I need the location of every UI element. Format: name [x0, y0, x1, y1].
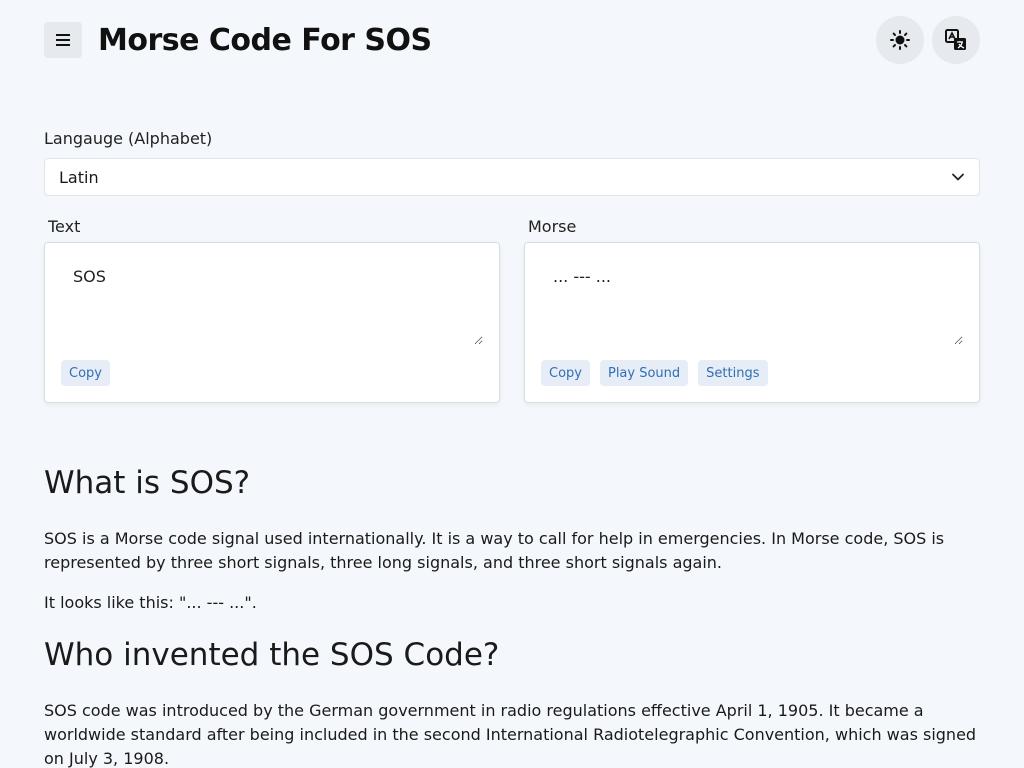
- theme-toggle-button[interactable]: [876, 16, 924, 64]
- section-paragraph: SOS code was introduced by the German go…: [44, 701, 977, 768]
- morse-input[interactable]: ... --- ...: [541, 259, 963, 345]
- settings-button[interactable]: Settings: [698, 360, 768, 386]
- section-paragraph: SOS is a Morse code signal used internat…: [44, 529, 945, 572]
- play-sound-button[interactable]: Play Sound: [599, 360, 689, 386]
- copy-morse-button[interactable]: Copy: [541, 360, 590, 386]
- menu-icon: [56, 34, 70, 46]
- section-heading-what-is-sos: What is SOS?: [44, 465, 251, 501]
- section-paragraph: It looks like this: "... --- ...".: [44, 593, 257, 612]
- text-panel-label: Text: [48, 217, 81, 236]
- page-title: Morse Code For SOS: [98, 22, 432, 58]
- morse-panel-label: Morse: [528, 217, 577, 236]
- language-selected-value: Latin: [59, 167, 99, 187]
- language-select[interactable]: Latin: [44, 158, 980, 196]
- menu-button[interactable]: [44, 22, 82, 58]
- page: Morse Code For SOS Langauge (Alphabet) L…: [0, 0, 1024, 768]
- language-label: Langauge (Alphabet): [44, 129, 213, 148]
- section-heading-who-invented: Who invented the SOS Code?: [44, 637, 500, 673]
- morse-panel: ... --- ... Copy Play Sound Settings: [524, 242, 980, 403]
- language-switch-button[interactable]: [932, 16, 980, 64]
- copy-text-button[interactable]: Copy: [61, 360, 110, 386]
- text-input[interactable]: SOS: [61, 259, 483, 345]
- sun-icon: [890, 30, 910, 50]
- text-panel: SOS Copy: [44, 242, 500, 403]
- header: Morse Code For SOS: [44, 16, 980, 64]
- chevron-down-icon: [951, 170, 965, 184]
- translate-icon: [945, 29, 966, 50]
